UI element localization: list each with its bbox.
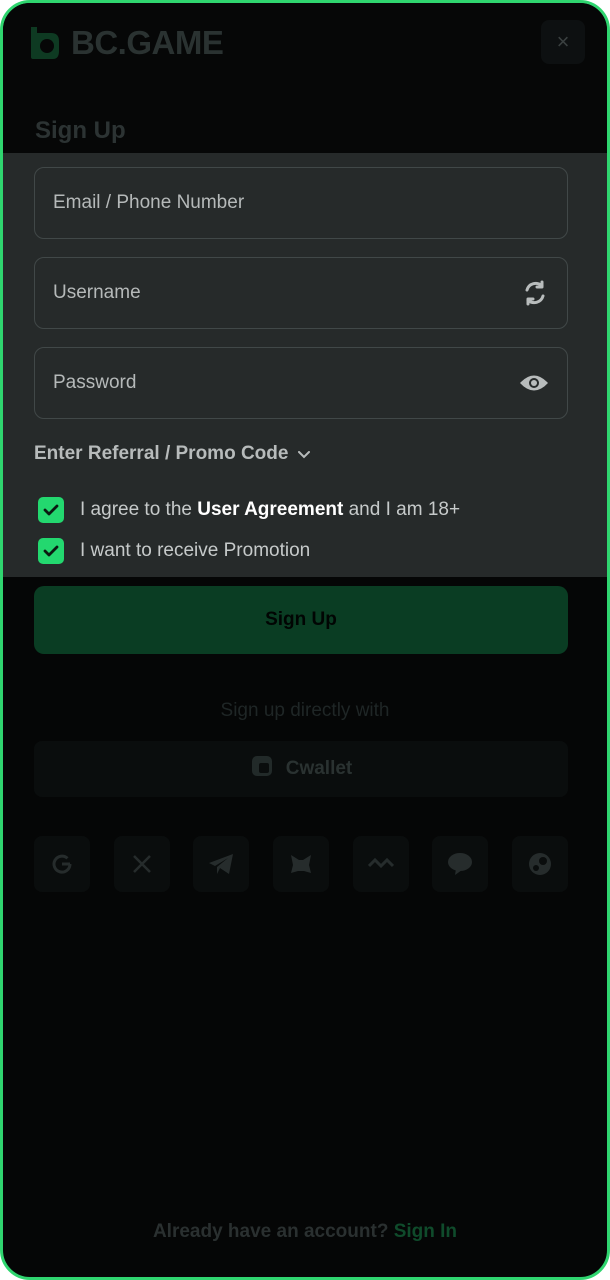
- x-login-button[interactable]: [113, 836, 170, 892]
- eye-icon[interactable]: [519, 348, 549, 418]
- line-login-button[interactable]: [432, 836, 489, 892]
- signup-form: Email / Phone Number Username Password E…: [3, 153, 607, 577]
- password-placeholder: Password: [53, 372, 137, 393]
- bcgame-logo: BC.GAME: [23, 23, 224, 63]
- page-title: Sign Up: [35, 117, 126, 144]
- promotion-row: I want to receive Promotion: [38, 538, 310, 564]
- signin-link[interactable]: Sign In: [394, 1221, 457, 1242]
- social-heading: Sign up directly with: [220, 700, 390, 721]
- metamask-icon: [290, 855, 311, 873]
- telegram-login-button[interactable]: [193, 836, 250, 892]
- user-agreement-link[interactable]: User Agreement: [197, 499, 343, 520]
- google-icon: [52, 854, 72, 874]
- agreement-checkbox[interactable]: [38, 497, 64, 523]
- steam-icon: [528, 853, 551, 875]
- promotion-checkbox[interactable]: [38, 538, 64, 564]
- signin-prompt-text: Already have an account?: [152, 1221, 394, 1242]
- referral-toggle[interactable]: Enter Referral / Promo Code: [34, 443, 311, 465]
- agreement-text: I agree to the User Agreement and I am 1…: [80, 499, 460, 521]
- line-icon: [448, 853, 473, 875]
- agreement-suffix: and I am 18+: [343, 499, 461, 520]
- waves-login-button[interactable]: [352, 836, 409, 892]
- cwallet-button[interactable]: Cwallet: [34, 741, 568, 797]
- referral-label: Enter Referral / Promo Code: [34, 443, 289, 464]
- bcgame-logo-icon: [23, 23, 63, 63]
- promotion-label: I want to receive Promotion: [80, 540, 311, 561]
- telegram-icon: [209, 854, 234, 874]
- steam-login-button[interactable]: [511, 836, 568, 892]
- username-field[interactable]: Username: [34, 257, 568, 329]
- agreement-prefix: I agree to the: [80, 499, 198, 520]
- signin-prompt: Already have an account? Sign In: [3, 1221, 607, 1243]
- close-button[interactable]: ×: [541, 20, 585, 64]
- social-login-row: [34, 836, 568, 892]
- waves-icon: [367, 857, 394, 869]
- metamask-login-button[interactable]: [272, 836, 329, 892]
- x-icon: [132, 855, 151, 873]
- checkmark-icon: [43, 545, 59, 557]
- chevron-down-icon: [298, 443, 311, 465]
- modal-header: BC.GAME × Sign Up: [3, 3, 607, 153]
- agreement-row: I agree to the User Agreement and I am 1…: [38, 497, 460, 523]
- checkmark-icon: [43, 504, 59, 516]
- google-login-button[interactable]: [34, 836, 90, 892]
- cwallet-label: Cwallet: [285, 758, 353, 779]
- logo-text: BC.GAME: [71, 24, 224, 61]
- cwallet-icon: [250, 754, 274, 784]
- signup-button[interactable]: Sign Up: [34, 586, 568, 654]
- signup-modal: BC.GAME × Sign Up Email / Phone Number U…: [0, 0, 610, 1280]
- close-icon: ×: [556, 29, 570, 54]
- email-placeholder: Email / Phone Number: [53, 192, 245, 213]
- email-field[interactable]: Email / Phone Number: [34, 167, 568, 239]
- username-placeholder: Username: [53, 282, 141, 303]
- password-field[interactable]: Password: [34, 347, 568, 419]
- refresh-icon[interactable]: [521, 258, 549, 328]
